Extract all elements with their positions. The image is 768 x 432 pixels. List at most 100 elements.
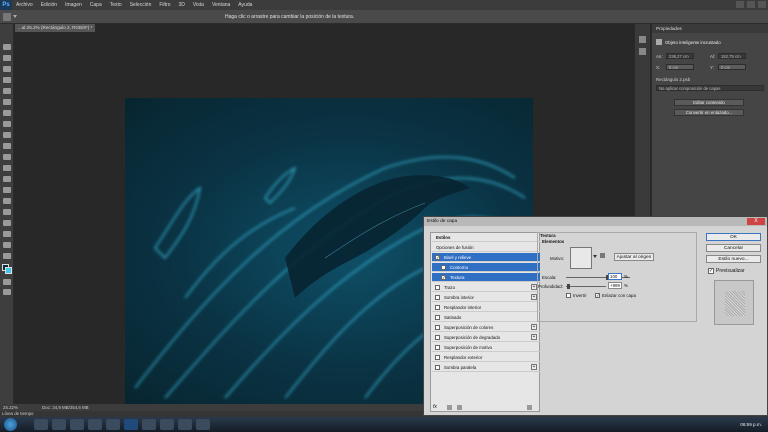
styles-header[interactable]: Estilos: [432, 233, 540, 242]
healing-icon[interactable]: [3, 110, 11, 116]
style-checkbox[interactable]: [435, 345, 440, 350]
link-checkbox[interactable]: ✓: [595, 293, 600, 298]
start-button-icon[interactable]: [4, 418, 17, 431]
app2-icon[interactable]: [106, 419, 120, 430]
app3-icon[interactable]: [142, 419, 156, 430]
style-item[interactable]: Resplandor exterior: [432, 353, 540, 362]
document-tab[interactable]: ...al 25.2% (Rectángulo 2, RGB/8*) *: [15, 24, 95, 32]
background-color-swatch[interactable]: [5, 267, 12, 274]
layer-comp-select[interactable]: No aplicar composición de capas: [656, 85, 764, 91]
app5-icon[interactable]: [178, 419, 192, 430]
style-item[interactable]: Superposición de colores +: [432, 323, 540, 332]
style-checkbox[interactable]: [435, 295, 440, 300]
style-checkbox[interactable]: [435, 305, 440, 310]
chevron-down-icon[interactable]: [13, 15, 17, 19]
menu-vista[interactable]: Vista: [189, 2, 208, 8]
preview-checkbox[interactable]: ✓: [708, 268, 714, 274]
dodge-icon[interactable]: [3, 187, 11, 193]
lasso-icon[interactable]: [3, 66, 11, 72]
depth-slider-track[interactable]: [566, 286, 606, 287]
style-item[interactable]: Satinado: [432, 313, 540, 322]
style-item[interactable]: Resplandor interior: [432, 303, 540, 312]
gradient-icon[interactable]: [3, 165, 11, 171]
depth-slider-handle[interactable]: [567, 284, 570, 289]
new-preset-icon[interactable]: [600, 253, 605, 258]
style-checkbox[interactable]: [435, 335, 440, 340]
marquee-icon[interactable]: [3, 55, 11, 61]
properties-panel-icon[interactable]: [639, 48, 646, 55]
hand-icon[interactable]: [3, 242, 11, 248]
style-item[interactable]: Sombra paralela +: [432, 363, 540, 372]
menu-3d[interactable]: 3D: [175, 2, 189, 8]
add-style-icon[interactable]: +: [531, 324, 537, 330]
dialog-close-button[interactable]: X: [747, 218, 765, 225]
blur-icon[interactable]: [3, 176, 11, 182]
menu-filtro[interactable]: Filtro: [155, 2, 174, 8]
new-style-button[interactable]: Estilo nuevo...: [706, 255, 761, 263]
properties-tab[interactable]: Propiedades: [652, 24, 768, 33]
style-item[interactable]: ✓ Textura: [432, 273, 540, 282]
history-panel-icon[interactable]: [639, 36, 646, 43]
move-icon[interactable]: [3, 44, 11, 50]
minimize-icon[interactable]: [736, 1, 744, 8]
move-tool-icon[interactable]: [3, 13, 11, 21]
pattern-dropdown-icon[interactable]: [593, 255, 597, 259]
menu-ayuda[interactable]: Ayuda: [234, 2, 256, 8]
blend-options-item[interactable]: Opciones de fusión: [432, 243, 540, 252]
add-style-icon[interactable]: +: [531, 334, 537, 340]
photoshop-taskbar-icon[interactable]: [124, 419, 138, 430]
fx-icon[interactable]: fx: [433, 404, 437, 410]
style-item[interactable]: ✓ Bisel y relieve: [432, 253, 540, 262]
close-icon[interactable]: [758, 1, 766, 8]
trash-icon[interactable]: [527, 405, 532, 410]
maximize-icon[interactable]: [747, 1, 755, 8]
style-item[interactable]: Contorno: [432, 263, 540, 272]
style-item[interactable]: Superposición de degradado +: [432, 333, 540, 342]
history-brush-icon[interactable]: [3, 143, 11, 149]
explorer-icon[interactable]: [34, 419, 48, 430]
eyedropper-icon[interactable]: [3, 99, 11, 105]
brush-icon[interactable]: [3, 121, 11, 127]
style-item[interactable]: Trazo +: [432, 283, 540, 292]
cancel-button[interactable]: Cancelar: [706, 244, 761, 252]
height-field[interactable]: 152,75 cm: [718, 53, 746, 59]
depth-input[interactable]: +999: [608, 282, 622, 289]
scale-input[interactable]: 100: [608, 273, 622, 280]
menu-imagen[interactable]: Imagen: [61, 2, 86, 8]
path-select-icon[interactable]: [3, 220, 11, 226]
style-item[interactable]: Superposición de motivo: [432, 343, 540, 352]
convert-to-linked-button[interactable]: Convertir en enlazado...: [674, 109, 744, 116]
up-arrow-icon[interactable]: [447, 405, 452, 410]
menu-ventana[interactable]: Ventana: [208, 2, 234, 8]
style-checkbox[interactable]: [435, 315, 440, 320]
media-icon[interactable]: [70, 419, 84, 430]
menu-texto[interactable]: Texto: [106, 2, 126, 8]
pen-icon[interactable]: [3, 198, 11, 204]
x-field[interactable]: 0 cm: [666, 64, 694, 70]
style-checkbox[interactable]: [435, 285, 440, 290]
down-arrow-icon[interactable]: [457, 405, 462, 410]
browser-icon[interactable]: [52, 419, 66, 430]
add-style-icon[interactable]: +: [531, 364, 537, 370]
pattern-swatch[interactable]: [570, 247, 592, 269]
menu-edicion[interactable]: Edición: [37, 2, 61, 8]
snap-to-origin-button[interactable]: Ajustar al origen: [614, 253, 654, 261]
edit-contents-button[interactable]: Editar contenido: [674, 99, 744, 106]
menu-archivo[interactable]: Archivo: [12, 2, 37, 8]
style-checkbox[interactable]: ✓: [435, 255, 440, 260]
stamp-icon[interactable]: [3, 132, 11, 138]
eraser-icon[interactable]: [3, 154, 11, 160]
type-icon[interactable]: [3, 209, 11, 215]
zoom-level[interactable]: 25.22%: [3, 405, 18, 410]
width-field[interactable]: 236,27 cm: [666, 53, 694, 59]
style-item[interactable]: Sombra interior +: [432, 293, 540, 302]
style-checkbox[interactable]: [441, 265, 446, 270]
style-checkbox[interactable]: ✓: [441, 275, 446, 280]
menu-capa[interactable]: Capa: [86, 2, 106, 8]
style-checkbox[interactable]: [435, 325, 440, 330]
quick-select-icon[interactable]: [3, 77, 11, 83]
app6-icon[interactable]: [196, 419, 210, 430]
crop-icon[interactable]: [3, 88, 11, 94]
zoom-icon[interactable]: [3, 253, 11, 259]
screen-mode-icon[interactable]: [3, 289, 11, 295]
